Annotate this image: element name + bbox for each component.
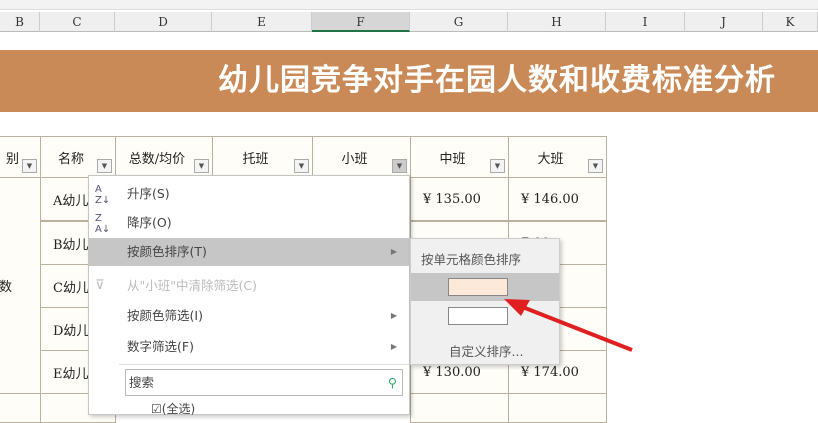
annotation-arrow [504,299,633,352]
arrow-shaft [519,304,633,352]
